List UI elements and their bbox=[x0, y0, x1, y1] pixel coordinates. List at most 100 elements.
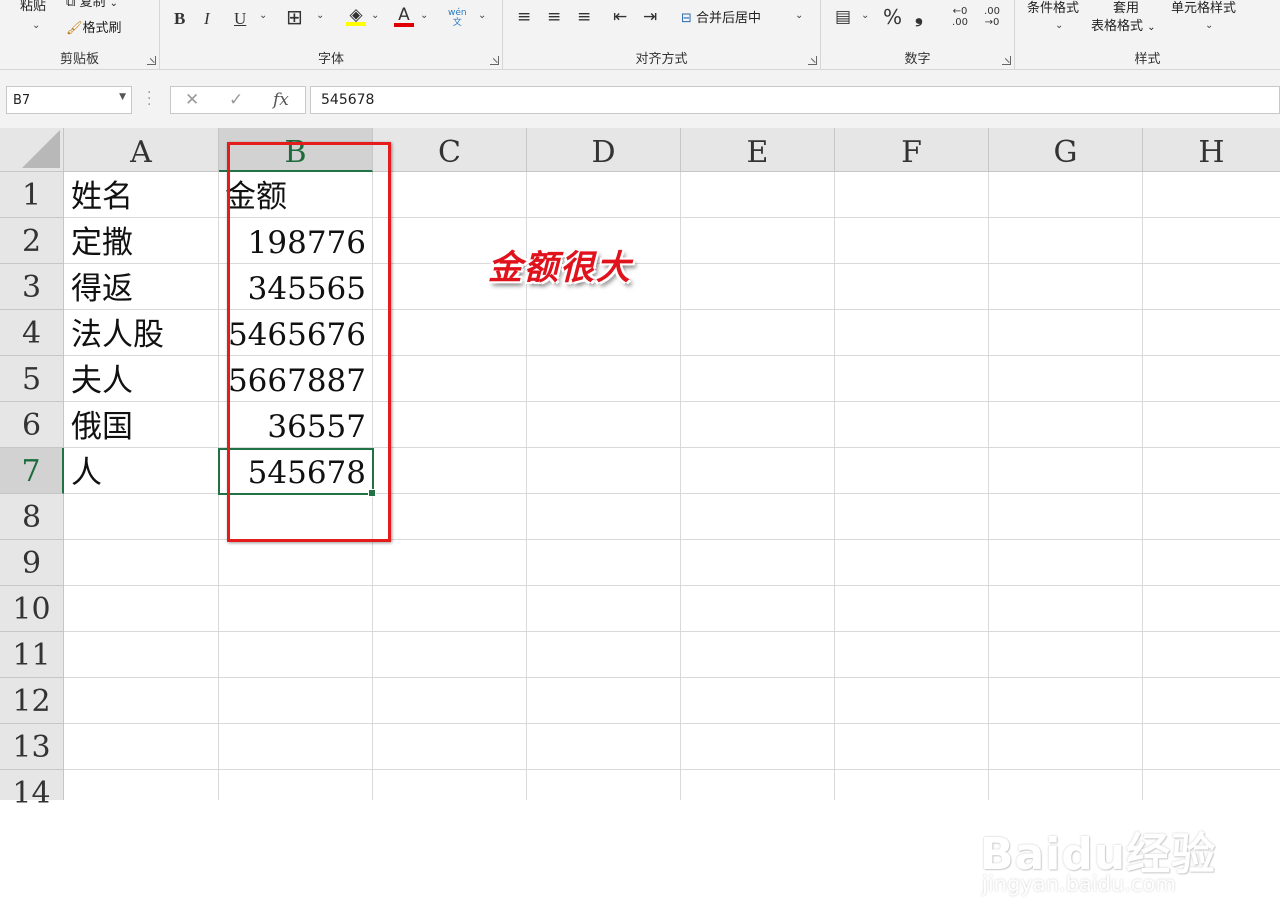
table-format-button[interactable]: 表格格式 ⌄ bbox=[1091, 18, 1156, 37]
increase-indent-icon[interactable]: ⇥ bbox=[643, 8, 657, 26]
insert-function-icon[interactable]: fx bbox=[273, 90, 289, 110]
percent-button[interactable]: % bbox=[883, 7, 902, 27]
number-launcher-icon[interactable] bbox=[1002, 56, 1011, 65]
underline-button[interactable]: U bbox=[234, 10, 246, 28]
row-header-7[interactable]: 7 bbox=[0, 448, 64, 494]
cell-styles-dropdown-icon[interactable]: ⌄ bbox=[1205, 20, 1213, 31]
row-header-14[interactable]: 14 bbox=[0, 770, 64, 811]
alignment-group: ≡ ≡ ≡ ⇤ ⇥ ⊟ 合并后居中 ⌄ 对齐方式 bbox=[503, 0, 821, 70]
table-format-label-top[interactable]: 套用 bbox=[1113, 0, 1139, 18]
cell-a5[interactable]: 夫人 bbox=[64, 356, 218, 402]
align-left-icon[interactable]: ≡ bbox=[517, 8, 531, 26]
copy-dropdown-icon: ⌄ bbox=[109, 0, 118, 9]
borders-icon[interactable]: ⊞ bbox=[286, 7, 303, 27]
watermark: Baidu经验 jingyan.baidu.com bbox=[980, 788, 1220, 898]
cell-a2[interactable]: 定撒 bbox=[64, 218, 218, 264]
row-header-8[interactable]: 8 bbox=[0, 494, 64, 540]
font-launcher-icon[interactable] bbox=[490, 56, 499, 65]
gridline bbox=[64, 769, 1280, 770]
formula-bar-grip-icon[interactable]: · · · bbox=[147, 86, 151, 112]
clipboard-group: 粘贴 ⌄ ⧉ 复制 ⌄ 🖌格式刷 剪贴板 bbox=[0, 0, 160, 70]
row-header-4[interactable]: 4 bbox=[0, 310, 64, 356]
clipboard-launcher-icon[interactable] bbox=[147, 56, 156, 65]
column-header-a[interactable]: A bbox=[64, 128, 219, 172]
alignment-launcher-icon[interactable] bbox=[808, 56, 817, 65]
column-header-f[interactable]: F bbox=[835, 128, 989, 172]
cell-a4[interactable]: 法人股 bbox=[64, 310, 218, 356]
column-header-c[interactable]: C bbox=[373, 128, 527, 172]
name-box-dropdown-icon[interactable]: ▼ bbox=[119, 92, 126, 102]
cell-a1[interactable]: 姓名 bbox=[64, 172, 218, 218]
row-header-12[interactable]: 12 bbox=[0, 678, 64, 724]
column-header-e[interactable]: E bbox=[681, 128, 835, 172]
table-format-dropdown-icon: ⌄ bbox=[1147, 22, 1156, 33]
merge-center-label: 合并后居中 bbox=[696, 11, 762, 26]
row-header-11[interactable]: 11 bbox=[0, 632, 64, 678]
phonetic-top: wén bbox=[448, 8, 467, 18]
paste-dropdown-icon[interactable]: ⌄ bbox=[32, 20, 40, 31]
align-right-icon[interactable]: ≡ bbox=[577, 8, 591, 26]
cell-a6[interactable]: 俄国 bbox=[64, 402, 218, 448]
name-box[interactable]: B7 ▼ bbox=[6, 86, 132, 114]
column-header-h[interactable]: H bbox=[1143, 128, 1280, 172]
comma-style-button[interactable]: ❟ bbox=[915, 5, 923, 25]
row-header-13[interactable]: 13 bbox=[0, 724, 64, 770]
font-color-dropdown-icon[interactable]: ⌄ bbox=[420, 10, 428, 21]
conditional-format-dropdown-icon[interactable]: ⌄ bbox=[1055, 20, 1063, 31]
increase-decimal-icon[interactable]: ←0 .00 bbox=[947, 6, 973, 28]
accounting-format-icon[interactable]: ▤ bbox=[835, 8, 851, 26]
row-header-5[interactable]: 5 bbox=[0, 356, 64, 402]
cell-styles-label: 单元格样式 bbox=[1171, 1, 1237, 16]
italic-button[interactable]: I bbox=[204, 10, 210, 28]
phonetic-guide-icon[interactable]: wén 文 bbox=[448, 8, 467, 28]
borders-dropdown-icon[interactable]: ⌄ bbox=[316, 10, 324, 21]
fill-color-dropdown-icon[interactable]: ⌄ bbox=[371, 10, 379, 21]
underline-dropdown-icon[interactable]: ⌄ bbox=[259, 10, 267, 21]
bold-button[interactable]: B bbox=[174, 10, 185, 28]
conditional-format-button[interactable]: 条件格式 bbox=[1027, 0, 1079, 18]
phonetic-dropdown-icon[interactable]: ⌄ bbox=[478, 10, 486, 21]
select-all-corner[interactable] bbox=[0, 128, 64, 172]
gridline bbox=[680, 172, 681, 800]
worksheet-grid[interactable]: A B C D E F G H 1 2 3 4 5 6 7 8 9 10 11 … bbox=[0, 128, 1280, 896]
column-header-g[interactable]: G bbox=[989, 128, 1143, 172]
row-header-10[interactable]: 10 bbox=[0, 586, 64, 632]
merge-center-dropdown-icon[interactable]: ⌄ bbox=[795, 10, 803, 21]
row-header-3[interactable]: 3 bbox=[0, 264, 64, 310]
brush-icon: 🖌 bbox=[66, 21, 83, 36]
alignment-group-title: 对齐方式 bbox=[635, 52, 688, 67]
cell-a7[interactable]: 人 bbox=[64, 448, 218, 494]
annotation-highlight-box bbox=[227, 142, 391, 542]
font-group: B I U ⌄ ⊞ ⌄ ◈ ⌄ A ⌄ wén 文 ⌄ 字体 bbox=[160, 0, 503, 70]
cell-styles-button[interactable]: 单元格样式 bbox=[1171, 0, 1236, 18]
formula-input[interactable]: 545678 bbox=[310, 86, 1280, 114]
formula-tools: ✕ ✓ fx bbox=[170, 86, 306, 114]
cancel-icon[interactable]: ✕ bbox=[185, 90, 199, 110]
font-color-glyph: A bbox=[398, 5, 410, 25]
paste-label: 粘贴 bbox=[20, 0, 47, 14]
gridline bbox=[64, 585, 1280, 586]
enter-icon[interactable]: ✓ bbox=[229, 90, 243, 110]
copy-button[interactable]: ⧉ 复制 ⌄ bbox=[66, 0, 118, 13]
accounting-dropdown-icon[interactable]: ⌄ bbox=[861, 10, 869, 21]
copy-icon: ⧉ bbox=[66, 0, 76, 10]
gridline bbox=[834, 172, 835, 800]
fill-color-icon[interactable]: ◈ bbox=[346, 6, 366, 26]
paste-button[interactable]: 粘贴 bbox=[20, 0, 46, 16]
row-header-1[interactable]: 1 bbox=[0, 172, 64, 218]
column-header-d[interactable]: D bbox=[527, 128, 681, 172]
align-center-icon[interactable]: ≡ bbox=[547, 8, 561, 26]
decrease-decimal-icon[interactable]: .00 →0 bbox=[979, 6, 1005, 28]
decrease-indent-icon[interactable]: ⇤ bbox=[613, 8, 627, 26]
font-color-icon[interactable]: A bbox=[394, 6, 414, 27]
row-header-9[interactable]: 9 bbox=[0, 540, 64, 586]
merge-center-button[interactable]: ⊟ 合并后居中 bbox=[681, 10, 761, 28]
row-header-6[interactable]: 6 bbox=[0, 402, 64, 448]
table-format-label: 表格格式 bbox=[1091, 19, 1144, 34]
watermark-url: jingyan.baidu.com bbox=[982, 872, 1176, 896]
row-header-2[interactable]: 2 bbox=[0, 218, 64, 264]
format-painter-button[interactable]: 🖌格式刷 bbox=[66, 20, 122, 38]
merge-center-icon: ⊟ bbox=[681, 11, 692, 26]
copy-label: 复制 bbox=[79, 0, 106, 10]
cell-a3[interactable]: 得返 bbox=[64, 264, 218, 310]
